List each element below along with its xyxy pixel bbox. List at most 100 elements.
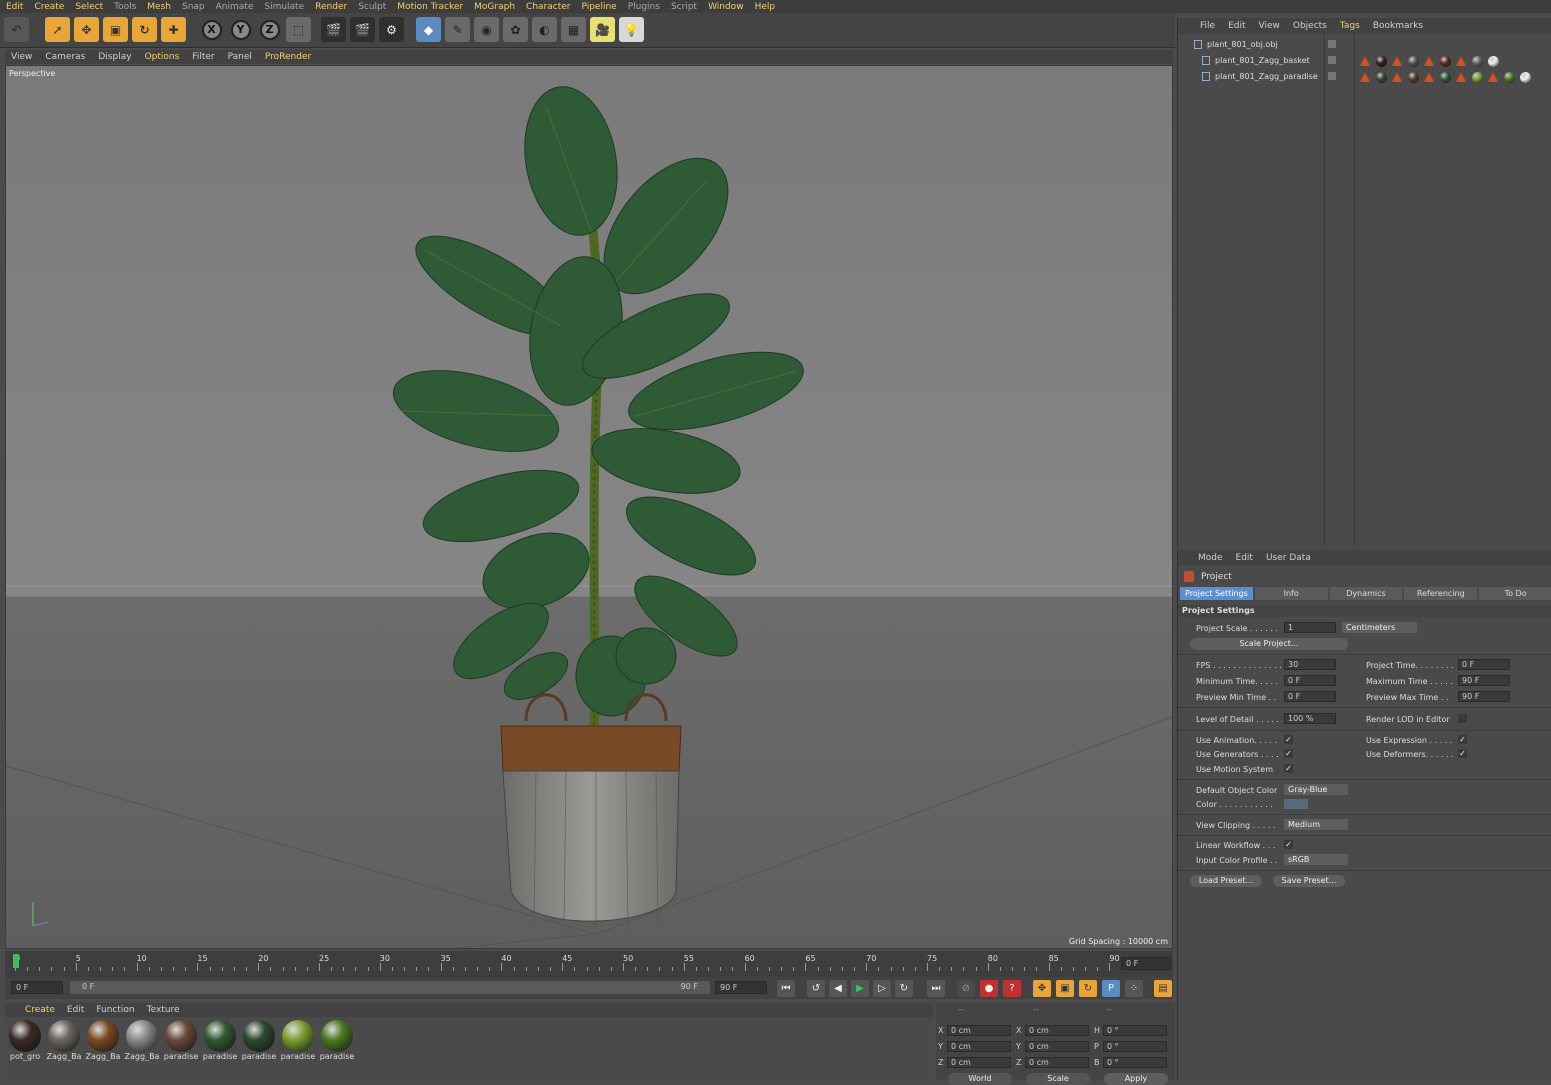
z-axis-toggle[interactable]: Z [257, 17, 282, 42]
object-name[interactable]: plant_801_Zagg_paradise [1215, 72, 1318, 81]
material-tag-icon[interactable] [1376, 72, 1387, 83]
material-tag-icon[interactable] [1504, 72, 1515, 83]
light-icon[interactable]: 💡 [619, 17, 644, 42]
material-swatch[interactable]: paradise [163, 1020, 199, 1061]
material-tag-icon[interactable] [1440, 56, 1451, 67]
record-disabled-icon[interactable]: ⊘ [957, 980, 975, 997]
key-parameter-icon[interactable]: P [1102, 980, 1120, 997]
material-tag-icon[interactable] [1408, 72, 1419, 83]
menu-tools[interactable]: Tools [114, 2, 136, 12]
next-frame-icon[interactable]: ▷ [873, 980, 891, 997]
view-clipping-dropdown[interactable]: Medium [1284, 819, 1348, 830]
x-axis-toggle[interactable]: X [199, 17, 224, 42]
menu-plugins[interactable]: Plugins [628, 2, 660, 12]
tab-project-settings[interactable]: Project Settings [1180, 587, 1253, 600]
material-swatch[interactable]: paradise [319, 1020, 355, 1061]
coord-system-dropdown[interactable]: World [948, 1073, 1012, 1085]
input-profile-dropdown[interactable]: sRGB [1284, 854, 1348, 865]
object-menu-bookmarks[interactable]: Bookmarks [1373, 21, 1423, 31]
menu-help[interactable]: Help [755, 2, 776, 12]
next-key-icon[interactable]: ↻ [895, 980, 913, 997]
rotate-tool-icon[interactable]: ↻ [132, 17, 157, 42]
playhead[interactable] [13, 954, 19, 968]
menu-render[interactable]: Render [315, 2, 347, 12]
material-swatch[interactable]: paradise [280, 1020, 316, 1061]
go-to-end-icon[interactable]: ⏭ [927, 980, 945, 997]
save-preset-button[interactable]: Save Preset... [1273, 875, 1345, 887]
fps-input[interactable]: 30 [1284, 659, 1336, 670]
tab-info[interactable]: Info [1254, 587, 1328, 600]
material-menu-texture[interactable]: Texture [147, 1005, 180, 1015]
timeline-window-icon[interactable]: ▤ [1154, 980, 1172, 997]
attribute-menu-mode[interactable]: Mode [1198, 553, 1223, 563]
material-menu-edit[interactable]: Edit [67, 1005, 84, 1015]
coord-mode-dropdown[interactable]: Scale [1026, 1073, 1090, 1085]
max-time-input[interactable]: 90 F [1458, 675, 1510, 686]
coords-value-field[interactable]: 0 ° [1103, 1025, 1167, 1036]
use-deformers-checkbox[interactable]: ✓ [1458, 749, 1467, 758]
viewport-menu-cameras[interactable]: Cameras [45, 52, 85, 62]
material-swatch[interactable]: paradise [202, 1020, 238, 1061]
menu-simulate[interactable]: Simulate [264, 2, 304, 12]
timeline-ruler[interactable]: 051015202530354045505560657075808590 0 F [5, 951, 1173, 977]
key-scale-icon[interactable]: ▣ [1056, 980, 1074, 997]
move-tool-icon[interactable]: ✥ [74, 17, 99, 42]
tab-to-do[interactable]: To Do [1479, 587, 1551, 600]
viewport-menu-display[interactable]: Display [98, 52, 131, 62]
object-menu-view[interactable]: View [1259, 21, 1280, 31]
key-pla-icon[interactable]: ⁘ [1125, 980, 1143, 997]
end-frame-field[interactable]: 90 F [715, 981, 767, 994]
material-tag-icon[interactable] [1408, 56, 1419, 67]
floor-icon[interactable]: ▦ [561, 17, 586, 42]
render-view-icon[interactable]: 🎬 [321, 17, 346, 42]
scale-project-button[interactable]: Scale Project... [1190, 638, 1348, 650]
viewport-menu-panel[interactable]: Panel [228, 52, 252, 62]
linear-workflow-checkbox[interactable]: ✓ [1284, 840, 1293, 849]
object-menu-edit[interactable]: Edit [1228, 21, 1245, 31]
menu-select[interactable]: Select [75, 2, 103, 12]
object-name[interactable]: plant_801_obj.obj [1207, 40, 1278, 49]
coords-value-field[interactable]: 0 ° [1103, 1041, 1167, 1052]
pen-icon[interactable]: ✎ [445, 17, 470, 42]
use-animation-checkbox[interactable]: ✓ [1284, 735, 1293, 744]
coords-value-field[interactable]: 0 cm [1025, 1025, 1089, 1036]
render-settings-icon[interactable]: ⚙ [379, 17, 404, 42]
preview-min-input[interactable]: 0 F [1284, 691, 1336, 702]
uvw-tag-icon[interactable] [1360, 72, 1370, 82]
object-row[interactable]: plant_801_Zagg_basket [1178, 54, 1551, 69]
coords-value-field[interactable]: 0 cm [1025, 1041, 1089, 1052]
coords-value-field[interactable]: 0 ° [1103, 1057, 1167, 1068]
menu-mograph[interactable]: MoGraph [474, 2, 515, 12]
material-tag-icon[interactable] [1488, 56, 1499, 67]
project-scale-unit-dropdown[interactable]: Centimeters [1342, 622, 1417, 633]
play-icon[interactable]: ▶ [851, 980, 869, 997]
project-time-input[interactable]: 0 F [1458, 659, 1510, 670]
menu-animate[interactable]: Animate [216, 2, 254, 12]
use-expression-checkbox[interactable]: ✓ [1458, 735, 1467, 744]
material-swatch[interactable]: paradise [241, 1020, 277, 1061]
render-lod-checkbox[interactable] [1458, 714, 1467, 723]
menu-snap[interactable]: Snap [182, 2, 205, 12]
uvw-tag-icon[interactable] [1424, 56, 1434, 66]
key-position-icon[interactable]: ✥ [1033, 980, 1051, 997]
visibility-toggle-icon[interactable] [1328, 72, 1336, 80]
material-swatch[interactable]: pot_gro [7, 1020, 43, 1061]
viewport-menu-options[interactable]: Options [145, 52, 180, 62]
coords-value-field[interactable]: 0 cm [947, 1041, 1011, 1052]
cube-icon[interactable]: ◆ [416, 17, 441, 42]
material-tag-icon[interactable] [1376, 56, 1387, 67]
render-picture-viewer-icon[interactable]: 🎬 [350, 17, 375, 42]
menu-create[interactable]: Create [34, 2, 64, 12]
coords-value-field[interactable]: 0 cm [1025, 1057, 1089, 1068]
object-menu-file[interactable]: File [1200, 21, 1215, 31]
uvw-tag-icon[interactable] [1456, 72, 1466, 82]
uvw-tag-icon[interactable] [1360, 56, 1370, 66]
apply-button[interactable]: Apply [1104, 1073, 1168, 1085]
y-axis-toggle[interactable]: Y [228, 17, 253, 42]
autokey-icon[interactable]: ? [1003, 980, 1021, 997]
previous-frame-icon[interactable]: ◀ [829, 980, 847, 997]
scale-tool-icon[interactable]: ▣ [103, 17, 128, 42]
object-row[interactable]: plant_801_obj.obj [1178, 38, 1551, 53]
uvw-tag-icon[interactable] [1488, 72, 1498, 82]
visibility-toggle-icon[interactable] [1328, 56, 1336, 64]
